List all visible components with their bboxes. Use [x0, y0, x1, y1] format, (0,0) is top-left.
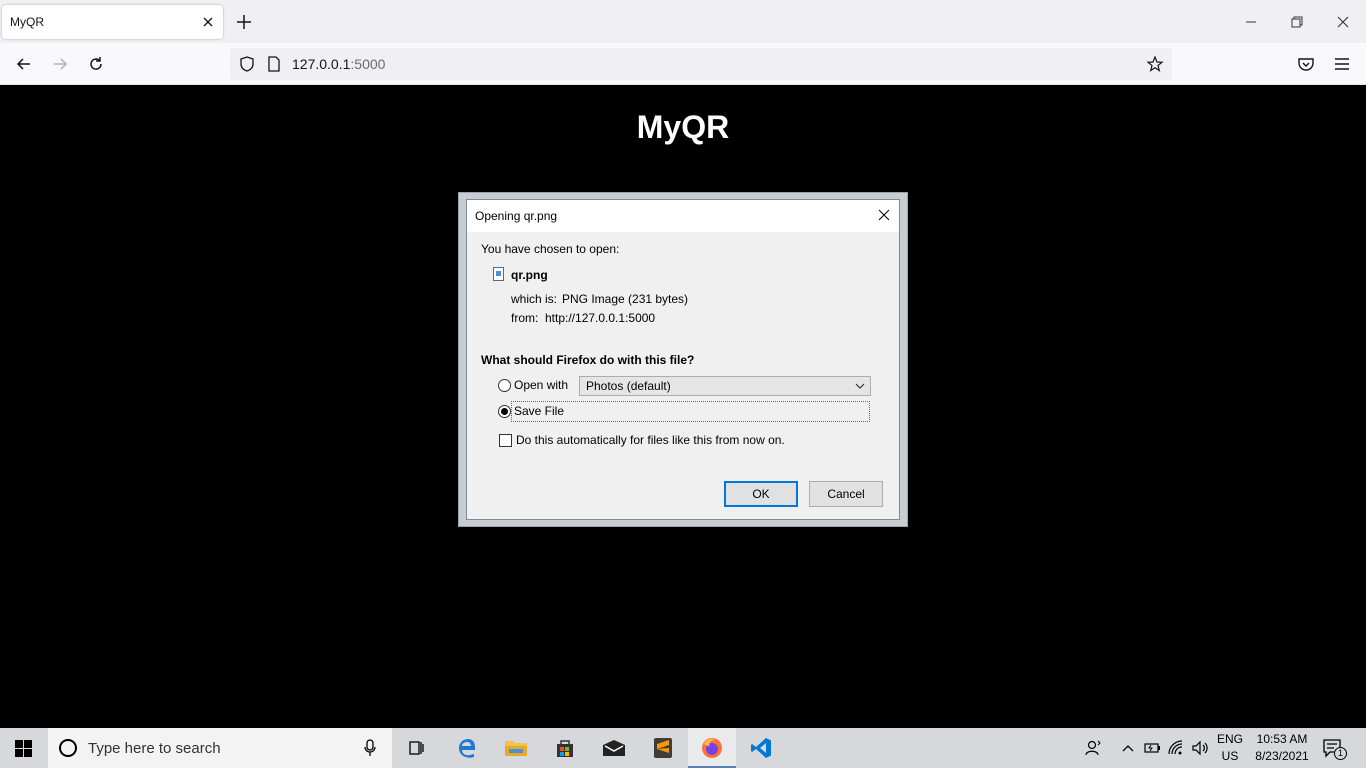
address-bar[interactable]: 127.0.0.1:5000 — [230, 48, 1172, 80]
ok-button[interactable]: OK — [724, 481, 798, 507]
save-file-radio[interactable] — [498, 405, 511, 418]
minimize-icon[interactable] — [1241, 12, 1261, 32]
pocket-icon[interactable] — [1296, 54, 1316, 74]
open-with-select[interactable]: Photos (default) — [579, 376, 871, 396]
wifi-icon[interactable] — [1166, 738, 1186, 758]
vscode-app[interactable] — [737, 728, 785, 768]
microphone-icon[interactable] — [362, 738, 378, 758]
taskbar: Type here to search ENG US 10:53 AM 8/23… — [0, 728, 1366, 768]
cortana-icon — [59, 739, 77, 757]
save-file-label[interactable]: Save File — [514, 404, 564, 418]
save-file-focus — [511, 401, 870, 422]
tab-strip: MyQR — [0, 0, 1366, 43]
edge-app[interactable] — [443, 728, 491, 768]
which-is-value: PNG Image (231 bytes) — [562, 292, 689, 306]
sublime-text-app[interactable] — [639, 728, 687, 768]
chevron-down-icon — [855, 383, 865, 389]
page-title: MyQR — [636, 109, 730, 145]
vscode-icon — [751, 738, 771, 758]
chevron-up-icon[interactable] — [1118, 738, 1138, 758]
open-with-radio[interactable] — [498, 379, 511, 392]
auto-checkbox[interactable] — [499, 434, 512, 447]
page-icon[interactable] — [266, 55, 282, 73]
open-with-label[interactable]: Open with — [514, 378, 568, 392]
notification-badge: 1 — [1334, 747, 1347, 760]
restore-icon[interactable] — [1287, 12, 1307, 32]
clock-time[interactable]: 10:53 AM — [1250, 732, 1314, 746]
store-app[interactable] — [541, 728, 589, 768]
back-icon[interactable] — [14, 54, 34, 74]
reload-icon[interactable] — [86, 54, 106, 74]
shield-icon[interactable] — [238, 55, 256, 73]
task-view-button[interactable] — [392, 728, 440, 768]
notification-center-button[interactable]: 1 — [1322, 738, 1348, 760]
image-file-icon — [493, 267, 504, 281]
mail-icon — [603, 740, 625, 756]
close-window-icon[interactable] — [1333, 12, 1353, 32]
browser-tab[interactable]: MyQR — [2, 5, 223, 39]
firefox-app[interactable] — [688, 728, 736, 768]
mail-app[interactable] — [590, 728, 638, 768]
menu-icon[interactable] — [1332, 54, 1352, 74]
volume-icon[interactable] — [1190, 738, 1210, 758]
search-placeholder: Type here to search — [88, 740, 221, 757]
url-host: 127.0.0.1 — [292, 56, 351, 72]
firefox-icon — [702, 738, 722, 758]
intro-text: You have chosen to open: — [481, 242, 620, 256]
windows-logo-icon — [15, 740, 32, 757]
dialog-title: Opening qr.png — [475, 209, 558, 223]
dialog-titlebar[interactable]: Opening qr.png — [467, 200, 899, 232]
people-icon[interactable] — [1083, 738, 1103, 758]
sublime-icon — [654, 738, 672, 758]
start-button[interactable] — [0, 728, 48, 768]
question-text: What should Firefox do with this file? — [481, 353, 695, 367]
store-icon — [557, 740, 573, 757]
clock-date[interactable]: 8/23/2021 — [1250, 749, 1314, 763]
file-explorer-app[interactable] — [492, 728, 540, 768]
new-tab-icon[interactable] — [234, 12, 254, 32]
edge-icon — [459, 739, 475, 758]
bookmark-star-icon[interactable] — [1146, 55, 1164, 73]
nav-toolbar: 127.0.0.1:5000 — [0, 43, 1366, 85]
auto-label[interactable]: Do this automatically for files like thi… — [516, 433, 785, 447]
search-input[interactable]: Type here to search — [48, 728, 392, 768]
battery-icon[interactable] — [1142, 738, 1162, 758]
language-bottom[interactable]: US — [1216, 749, 1244, 763]
url-port: :5000 — [350, 56, 386, 72]
url-text: 127.0.0.1:5000 — [292, 56, 385, 72]
close-tab-icon[interactable] — [199, 13, 217, 31]
tab-title: MyQR — [10, 15, 44, 29]
file-name: qr.png — [511, 268, 548, 282]
folder-icon — [505, 741, 527, 756]
download-dialog: Opening qr.png You have chosen to open: … — [466, 199, 900, 520]
cancel-button[interactable]: Cancel — [809, 481, 883, 507]
task-view-icon — [409, 741, 424, 755]
which-is-label: which is: — [511, 292, 558, 306]
close-icon[interactable] — [877, 208, 891, 222]
from-label: from: — [511, 311, 539, 325]
forward-icon[interactable] — [50, 54, 70, 74]
from-value: http://127.0.0.1:5000 — [545, 311, 656, 325]
open-with-selected: Photos (default) — [586, 379, 671, 393]
language-top[interactable]: ENG — [1216, 732, 1244, 746]
